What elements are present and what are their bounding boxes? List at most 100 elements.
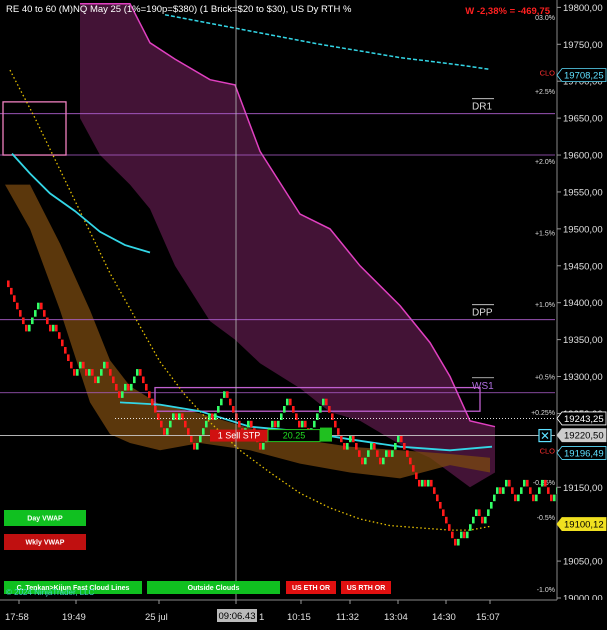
price-flag-label: 19243,25 <box>564 414 604 425</box>
renko-brick-down <box>190 435 193 443</box>
renko-brick-down <box>259 443 262 450</box>
level-label: DR1 <box>472 102 492 113</box>
renko-brick-up <box>208 413 211 420</box>
renko-brick-up <box>346 443 349 450</box>
price-flag: 19708,25 <box>556 68 607 83</box>
renko-brick-up <box>37 302 40 310</box>
indicator-button[interactable]: US RTH OR <box>341 581 391 594</box>
renko-brick-up <box>421 479 424 487</box>
renko-brick-down <box>442 509 445 516</box>
renko-brick-up <box>283 406 286 413</box>
renko-brick-up <box>205 420 208 428</box>
time-tick-label: 19:49 <box>62 612 86 623</box>
renko-brick-up <box>34 310 37 317</box>
price-tick-label: 19450,00 <box>563 261 603 272</box>
renko-brick-up <box>370 443 373 450</box>
renko-brick-down <box>418 479 421 487</box>
renko-brick-up <box>52 324 55 332</box>
renko-brick-down <box>358 450 361 457</box>
renko-brick-down <box>481 516 484 524</box>
renko-brick-up <box>130 383 133 391</box>
renko-brick-up <box>31 317 34 325</box>
chart-svg[interactable]: DR1DPPWS103.0%+2.5%+2.0%+1.5%+1.0%+0.5%+… <box>0 0 607 625</box>
sell-order-label: 1 Sell STP <box>218 431 261 441</box>
renko-brick-up <box>223 391 226 398</box>
renko-brick-up <box>322 398 325 406</box>
renko-brick-up <box>490 502 493 509</box>
price-tick-label: 19150,00 <box>563 483 603 494</box>
renko-brick-down <box>544 479 547 487</box>
renko-brick-up <box>535 494 538 502</box>
renko-brick-up <box>97 376 100 384</box>
renko-brick-down <box>400 435 403 443</box>
quantity-label: 20.25 <box>283 431 306 441</box>
price-tick-label: 19600,00 <box>563 151 603 162</box>
renko-brick-up <box>124 383 127 391</box>
renko-brick-down <box>250 420 253 428</box>
renko-brick-down <box>448 524 451 531</box>
renko-brick-down <box>229 398 232 406</box>
price-tick-label: 19650,00 <box>563 114 603 125</box>
renko-brick-up <box>247 420 250 428</box>
renko-brick-down <box>340 435 343 443</box>
time-axis[interactable]: 17:5819:4925 jul08:010:1511:3213:0414:30… <box>0 599 607 625</box>
price-tick-label: 19500,00 <box>563 224 603 235</box>
renko-brick-down <box>478 509 481 516</box>
renko-brick-up <box>88 369 91 376</box>
renko-brick-down <box>415 472 418 480</box>
renko-brick-up <box>196 443 199 450</box>
pct-label: +2.5% <box>535 89 555 96</box>
renko-brick-down <box>61 339 64 347</box>
renko-brick-up <box>397 435 400 443</box>
renko-brick-down <box>436 494 439 502</box>
renko-brick-down <box>451 531 454 539</box>
pct-label: -0.25% <box>533 480 555 487</box>
price-tick-label: 19550,00 <box>563 187 603 198</box>
renko-brick-down <box>304 420 307 428</box>
renko-brick-up <box>466 531 469 539</box>
chart-title: RE 40 to 60 (M)NQ May 25 (1%=190p=$380) … <box>6 4 352 15</box>
renko-brick-up <box>469 524 472 531</box>
renko-brick-up <box>169 420 172 428</box>
renko-brick-up <box>301 420 304 428</box>
renko-brick-down <box>73 369 76 376</box>
cursor-time-label: 09:06.43 <box>219 611 256 622</box>
watermark: © 2024 NinjaTrader, LLC <box>6 588 95 597</box>
renko-brick-down <box>529 487 532 494</box>
renko-brick-down <box>376 450 379 457</box>
time-tick-label: 13:04 <box>384 612 408 623</box>
renko-brick-up <box>79 361 82 369</box>
indicator-button-label: US RTH OR <box>347 585 386 592</box>
renko-brick-up <box>517 494 520 502</box>
price-flag: 19220,50 <box>556 428 607 443</box>
renko-brick-up <box>523 479 526 487</box>
renko-brick-down <box>289 398 292 406</box>
time-tick-label: 14:30 <box>432 612 456 623</box>
pct-label: +0.25% <box>531 410 555 417</box>
renko-brick-down <box>49 324 52 332</box>
indicator-button[interactable]: US ETH OR <box>286 581 336 594</box>
renko-brick-down <box>160 420 163 428</box>
renko-brick-down <box>64 347 67 354</box>
price-flag-label: 19220,50 <box>564 431 604 442</box>
time-tick-label: 11:32 <box>336 612 359 623</box>
price-axis[interactable]: 19800,0019750,0019700,0019650,0019600,00… <box>556 0 607 625</box>
renko-brick-down <box>82 361 85 369</box>
indicator-button[interactable]: Outside Clouds <box>147 581 280 594</box>
renko-brick-up <box>286 398 289 406</box>
indicator-button-label: Outside Clouds <box>188 585 240 592</box>
indicator-button[interactable]: Day VWAP <box>4 510 86 526</box>
renko-brick-down <box>16 302 19 310</box>
renko-brick-up <box>496 487 499 494</box>
renko-brick-down <box>463 531 466 539</box>
price-tick-label: 19400,00 <box>563 298 603 309</box>
renko-brick-down <box>388 450 391 457</box>
renko-brick-down <box>193 443 196 450</box>
renko-brick-down <box>46 317 49 325</box>
indicator-button[interactable]: Wkly VWAP <box>4 534 86 550</box>
renko-brick-down <box>514 494 517 502</box>
renko-brick-down <box>547 487 550 494</box>
price-tick-label: 19350,00 <box>563 335 603 346</box>
renko-brick-down <box>148 391 151 398</box>
renko-brick-up <box>385 450 388 457</box>
